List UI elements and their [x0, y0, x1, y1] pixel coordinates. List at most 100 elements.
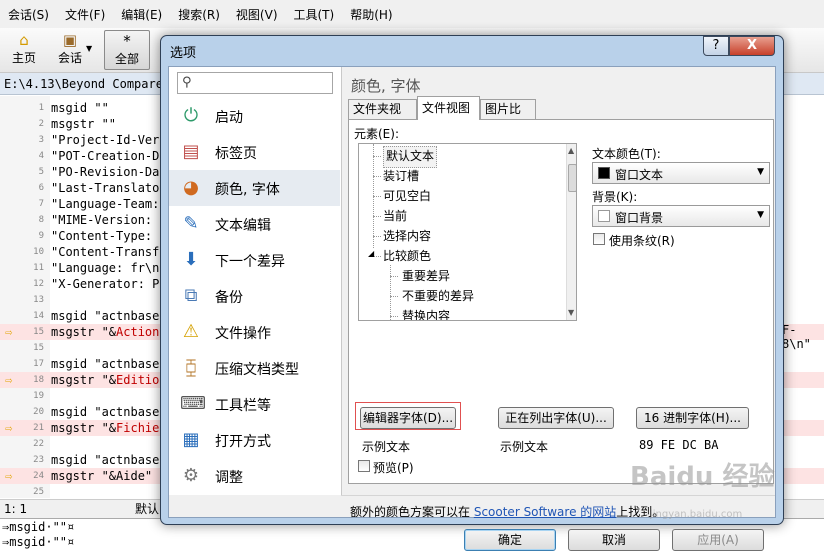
nav-item[interactable]: ⚙ 调整 [169, 458, 340, 494]
options-tab[interactable]: 文件夹视图 [348, 99, 417, 135]
nav-item-label: 打开方式 [215, 434, 271, 450]
line-text: msgid "actnbase. [51, 309, 167, 323]
palette-icon: ◕ [183, 177, 199, 198]
show-all-button[interactable]: * 全部 [104, 30, 150, 70]
line-number: 19 [33, 391, 44, 401]
menu-item[interactable]: 帮助(H) [342, 6, 400, 23]
line-text: msgid "" [51, 101, 109, 115]
editor-font-button[interactable]: 编辑器字体(D)... [360, 407, 456, 429]
tree-item[interactable]: 重要差异 [402, 266, 450, 286]
dialog-client: ⚲ ⏻ 启动 ▤ 标签页 ◕ 颜色, 字体 ✎ 文本编辑 ⬇ 下一个差异 ⧉ 备份 ⚠ 文件操作 ⧮ 压缩文档… [168, 66, 776, 551]
line-number: 6 [38, 183, 44, 193]
nav-item[interactable]: ⌨ 工具栏等 [169, 386, 340, 422]
nav-item[interactable]: ⧮ 压缩文档类型 [169, 350, 340, 386]
tree-connector [373, 196, 381, 197]
tree-item[interactable]: 当前 [383, 206, 407, 226]
right-pane-fragment: F-8\n" [782, 323, 811, 351]
sessions-button[interactable]: ▣ 会话 ▼ [46, 30, 94, 68]
tree-item[interactable]: 装订槽 [383, 166, 419, 186]
line-number: 7 [38, 199, 44, 209]
background-select[interactable]: 窗口背景 ▼ [592, 205, 770, 227]
line-number: 21 [33, 423, 44, 433]
menu-item[interactable]: 视图(V) [228, 6, 286, 23]
line-number: 23 [33, 455, 44, 465]
line-number: 12 [33, 279, 44, 289]
menu-item[interactable]: 会话(S) [0, 6, 57, 23]
encoding-status: 默认 [135, 502, 160, 516]
tree-item[interactable]: 替换内容 [402, 306, 450, 320]
elements-label: 元素(E): [354, 127, 399, 141]
nav-item-label: 工具栏等 [215, 398, 271, 414]
scooter-website-link[interactable]: Scooter Software 的网站 [474, 505, 616, 519]
chevron-down-icon: ▼ [757, 210, 764, 220]
line-text: "X-Generator: Po [51, 277, 167, 291]
line-text: "MIME-Version: 1 [51, 213, 167, 227]
nav-item[interactable]: ⏻ 启动 [169, 98, 340, 134]
line-text: "PO-Revision-Dat [51, 165, 167, 179]
help-button[interactable]: ? [703, 36, 729, 56]
home-button[interactable]: ⌂ 主页 [6, 30, 42, 68]
tree-item[interactable]: 可见空白 [383, 186, 431, 206]
nav-item[interactable]: ⚠ 文件操作 [169, 314, 340, 350]
elements-tree[interactable]: 默认文本 装订槽 可见空白 当前 选择内容 ◢ 比较颜色 重要差异 不重要的差异 替换内容 ▲ ▼ [358, 143, 577, 321]
preview-label: 预览(P) [373, 461, 414, 475]
nav-item[interactable]: ⬇ 下一个差异 [169, 242, 340, 278]
tree-item[interactable]: 比较颜色 [383, 246, 431, 266]
line-text: msgstr "&Actions [51, 325, 167, 339]
line-number: 13 [33, 295, 44, 305]
line-number: 24 [33, 471, 44, 481]
scroll-down-icon[interactable]: ▼ [568, 308, 574, 317]
line-number: 9 [38, 231, 44, 241]
nav-item[interactable]: ▤ 标签页 [169, 134, 340, 170]
nav-item[interactable]: ▦ 打开方式 [169, 422, 340, 458]
line-text: "Content-Transfe [51, 245, 167, 259]
line-number: 8 [38, 215, 44, 225]
scroll-thumb[interactable] [568, 164, 576, 192]
nav-item[interactable]: ⧉ 备份 [169, 278, 340, 314]
line-text: msgid "actnbase. [51, 357, 167, 371]
use-stripes-checkbox[interactable] [593, 233, 605, 245]
menu-item[interactable]: 工具(T) [286, 6, 343, 23]
scroll-up-icon[interactable]: ▲ [568, 146, 574, 155]
nav-item[interactable]: ◕ 颜色, 字体 [169, 170, 340, 206]
line-text: "Language: fr\n" [51, 261, 167, 275]
line-number: 15 [33, 343, 44, 353]
options-tab[interactable]: 文件视图 [417, 96, 480, 120]
tree-expander-icon[interactable]: ◢ [368, 249, 375, 258]
nav-item[interactable]: ✎ 文本编辑 [169, 206, 340, 242]
hex-font-button[interactable]: 16 进制字体(H)... [636, 407, 749, 429]
preview-checkbox[interactable] [358, 460, 370, 472]
options-tab[interactable]: 图片比较 [480, 99, 536, 135]
menu-item[interactable]: 搜索(R) [170, 6, 228, 23]
search-input[interactable]: ⚲ [177, 72, 333, 94]
tree-item[interactable]: 不重要的差异 [402, 286, 474, 306]
hex-font-sample: 89 FE DC BA [639, 438, 719, 452]
options-nav: ⚲ ⏻ 启动 ▤ 标签页 ◕ 颜色, 字体 ✎ 文本编辑 ⬇ 下一个差异 ⧉ 备份 ⚠ 文件操作 ⧮ 压缩文档… [169, 67, 342, 495]
line-text: msgstr "" [51, 117, 117, 131]
close-button[interactable]: X [729, 36, 775, 56]
menu-item[interactable]: 编辑(E) [113, 6, 170, 23]
tree-item[interactable]: 默认文本 [383, 146, 438, 168]
elements-scrollbar[interactable]: ▲ ▼ [566, 144, 576, 320]
tree-item[interactable]: 选择内容 [383, 226, 431, 246]
baidu-watermark-url: jingyan.baidu.com [650, 509, 743, 520]
dialog-titlebar[interactable]: 选项 ? X [161, 36, 783, 64]
backup-icon: ⧉ [184, 285, 198, 306]
line-text: "Last-Translator [51, 181, 167, 195]
text-color-swatch [598, 167, 610, 179]
nav-item-label: 文件操作 [215, 326, 271, 342]
background-label: 背景(K): [592, 190, 638, 204]
dialog-title: 选项 [170, 46, 197, 61]
line-number: 1 [38, 103, 44, 113]
line-number: 20 [33, 407, 44, 417]
line-number: 11 [33, 263, 44, 273]
line-text: msgid "actnbase. [51, 453, 167, 467]
line-number: 4 [38, 151, 44, 161]
line-number: 14 [33, 311, 44, 321]
line-text: "Language-Team: [51, 197, 167, 211]
menu-item[interactable]: 文件(F) [57, 6, 113, 23]
archive-clamp-icon: ⧮ [185, 357, 197, 378]
tree-connector [390, 276, 398, 277]
text-color-select[interactable]: 窗口文本 ▼ [592, 162, 770, 184]
listing-font-button[interactable]: 正在列出字体(U)... [498, 407, 614, 429]
